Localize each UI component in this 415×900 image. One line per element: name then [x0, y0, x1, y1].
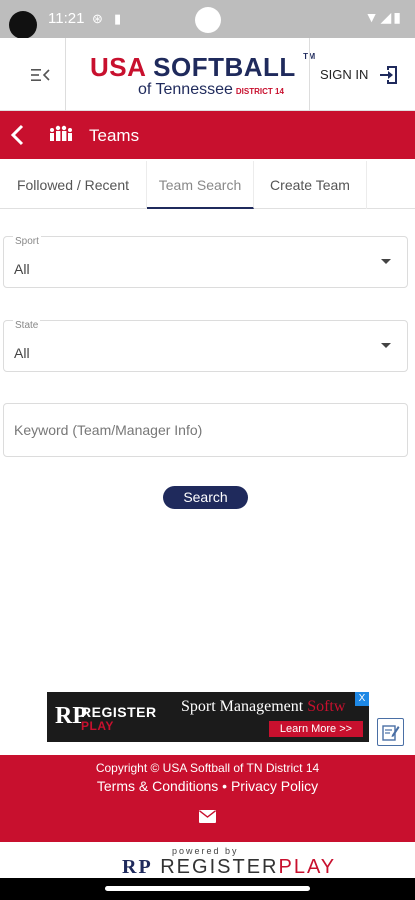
status-time: 11:21 [48, 10, 85, 27]
footer-separator: • [222, 778, 228, 794]
state-value: All [14, 345, 30, 361]
registerplay-play: PLAY [278, 856, 337, 878]
logo-usa: USA [90, 52, 146, 82]
sim-card-icon: ▮ [114, 11, 122, 26]
battery-icon: ▮ [393, 9, 403, 25]
logo-state: of Tennessee [138, 81, 233, 98]
footer: Copyright © USA Softball of TN District … [0, 755, 415, 842]
wifi-icon: ▼ [364, 9, 381, 25]
edit-icon [382, 725, 400, 741]
status-bar: 11:21 ⊛ ▮ ▼◢▮ [0, 0, 415, 39]
powered-by-registerplay[interactable]: powered by RP REGISTERPLAY [0, 842, 415, 878]
tab-create-team[interactable]: Create Team [254, 161, 367, 209]
copyright-text: Copyright © USA Softball of TN District … [95, 761, 320, 775]
state-select[interactable]: State All [3, 320, 408, 372]
teams-icon [50, 125, 72, 141]
tab-followed-recent[interactable]: Followed / Recent [0, 161, 147, 209]
terms-link[interactable]: Terms & Conditions [97, 778, 218, 794]
sync-icon: ⊛ [92, 11, 103, 26]
logo-district: DISTRICT 14 [235, 87, 284, 96]
registerplay-register: REGISTER [160, 856, 279, 878]
ad-close-icon[interactable]: X [355, 692, 369, 706]
signal-icon: ◢ [380, 9, 394, 25]
system-nav-bar [0, 878, 415, 900]
home-gesture-pill[interactable] [105, 886, 310, 891]
logo-title: USA SOFTBALL TM [90, 52, 316, 83]
tab-bar: Followed / Recent Team Search Create Tea… [0, 161, 415, 209]
status-icons: ▼◢▮ [365, 9, 403, 26]
sign-in-label: SIGN IN [320, 67, 369, 82]
registerplay-logo: RP REGISTERPLAY [122, 856, 336, 879]
tab-team-search[interactable]: Team Search [147, 161, 254, 209]
feedback-button[interactable] [377, 718, 404, 746]
footer-links: Terms & Conditions • Privacy Policy [0, 778, 415, 794]
page-title-bar: Teams [0, 111, 415, 159]
powered-by-label: powered by [172, 846, 239, 856]
usa-softball-logo: USA SOFTBALL TM of Tennessee DISTRICT 14 [86, 52, 315, 100]
camera-cutout [9, 11, 37, 39]
keyword-input[interactable] [3, 403, 408, 457]
ad-logo-play: PLAY [81, 719, 114, 733]
ad-registerplay-logo: RP REGISTER PLAY [55, 701, 157, 733]
menu-icon [31, 69, 50, 81]
privacy-link[interactable]: Privacy Policy [231, 778, 318, 794]
sport-value: All [14, 261, 30, 277]
page-title: Teams [89, 126, 140, 145]
sport-label: Sport [13, 236, 41, 247]
ad-banner[interactable]: RP REGISTER PLAY Sport Management Softw … [47, 692, 369, 742]
state-label: State [13, 320, 41, 331]
sign-in-button[interactable]: SIGN IN [309, 38, 415, 111]
logo-subtitle: of Tennessee DISTRICT 14 [138, 81, 284, 99]
app-header: USA SOFTBALL TM of Tennessee DISTRICT 14 … [0, 38, 415, 111]
ad-headline: Sport Management Softw [181, 698, 345, 716]
ad-learn-more-button[interactable]: Learn More >> [269, 721, 363, 737]
ad-logo-register: REGISTER [81, 704, 157, 720]
search-button[interactable]: Search [163, 486, 248, 509]
menu-button[interactable] [0, 38, 66, 111]
signin-icon [380, 66, 397, 84]
caret-down-icon [381, 259, 391, 264]
ad-headline-text: Sport Management [181, 698, 304, 715]
caret-down-icon [381, 343, 391, 348]
sport-select[interactable]: Sport All [3, 236, 408, 288]
front-camera [195, 7, 221, 33]
registerplay-mark: RP [122, 856, 153, 878]
back-chevron-icon[interactable] [8, 122, 30, 148]
mail-icon[interactable] [199, 810, 216, 823]
ad-headline-faded: Softw [307, 698, 346, 715]
logo-softball: SOFTBALL [153, 52, 296, 82]
